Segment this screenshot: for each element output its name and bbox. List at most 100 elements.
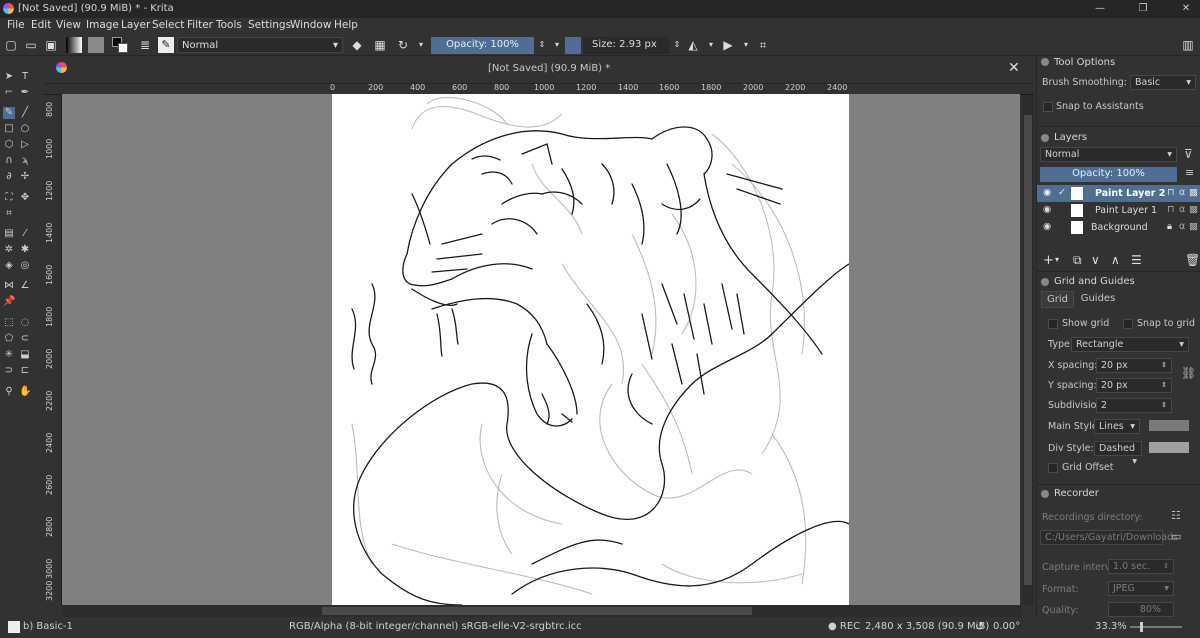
color-picker-icon[interactable]: ⁄ <box>19 228 31 240</box>
size-stepper-icon[interactable]: ⇕ <box>670 38 684 52</box>
chevron-down-icon[interactable]: ▾ <box>550 38 564 52</box>
multibrush-icon[interactable]: ✢ <box>19 171 31 183</box>
stepper-icon[interactable]: ⇕ <box>1161 359 1167 372</box>
mirror-vertical-icon[interactable]: ▶ <box>721 38 735 52</box>
menu-tools[interactable]: Tools <box>216 19 242 31</box>
edit-shapes-icon[interactable]: ⌐ <box>3 87 15 99</box>
smart-patch-icon[interactable]: ✱ <box>19 244 31 256</box>
menu-settings[interactable]: Settings <box>248 19 291 31</box>
capture-interval-input[interactable]: 1.0 sec. ⇕ <box>1108 559 1174 574</box>
link-chain-icon[interactable]: ⛓ <box>1181 366 1196 380</box>
gradient-swatch[interactable] <box>66 37 82 53</box>
size-slider[interactable]: Size: 2.93 px <box>583 37 669 54</box>
inherit-alpha-icon[interactable]: ▩ <box>1189 221 1198 232</box>
lock-icon[interactable]: 🔒︎ <box>1167 221 1172 232</box>
rec-indicator[interactable]: ● REC <box>828 621 860 632</box>
vertical-scrollbar[interactable] <box>1022 95 1034 605</box>
move-layer-down-icon[interactable]: ∨ <box>1091 253 1100 267</box>
text-tool-icon[interactable]: T <box>19 71 31 83</box>
dynamic-brush-icon[interactable]: ∂ <box>3 171 15 183</box>
chevron-down-icon[interactable]: ▾ <box>739 38 753 52</box>
brush-settings-icon[interactable]: ≣ <box>138 38 152 52</box>
zoom-value[interactable]: 33.3% <box>1095 621 1127 632</box>
inherit-alpha-icon[interactable]: ▩ <box>1189 187 1198 198</box>
alpha-icon[interactable]: α <box>1179 221 1185 232</box>
polygon-select-icon[interactable]: ⬠ <box>3 333 15 345</box>
opacity-stepper-icon[interactable]: ⇕ <box>535 38 549 52</box>
alpha-icon[interactable]: α <box>1179 204 1185 215</box>
gradient-tool-icon[interactable]: ▤ <box>3 228 15 240</box>
measure-tool-icon[interactable]: ∠ <box>19 280 31 292</box>
menu-image[interactable]: Image <box>86 19 119 31</box>
subdivision-input[interactable]: 2 ⇕ <box>1096 398 1172 413</box>
new-document-icon[interactable]: ▢ <box>4 38 18 52</box>
crop-tool-icon[interactable]: ⌗ <box>3 208 15 220</box>
close-window-button[interactable]: ✕ <box>1176 2 1196 16</box>
rect-select-icon[interactable]: ⬚ <box>3 317 15 329</box>
y-spacing-input[interactable]: 20 px ⇕ <box>1096 378 1172 393</box>
alpha-icon[interactable]: α <box>1179 187 1185 198</box>
layer-lock-icon[interactable]: ⊓ <box>1167 187 1174 198</box>
enclose-fill-icon[interactable]: ◎ <box>19 260 31 272</box>
filter-icon[interactable]: ⊽ <box>1184 147 1193 161</box>
transform-tool-icon[interactable]: ⛶ <box>3 192 15 204</box>
format-select[interactable]: JPEG ▾ <box>1108 581 1174 596</box>
tab-guides[interactable]: Guides <box>1077 291 1119 308</box>
rotation-value[interactable]: 0.00° <box>993 621 1020 632</box>
rectangle-tool-icon[interactable]: □ <box>3 123 15 135</box>
horizontal-scroll-thumb[interactable] <box>322 607 752 615</box>
layer-blend-mode-select[interactable]: Normal ▾ <box>1040 147 1177 162</box>
polygon-tool-icon[interactable]: ⬡ <box>3 139 15 151</box>
eye-icon[interactable]: ◉ <box>1043 204 1051 215</box>
wrap-around-icon[interactable]: ⌗ <box>756 38 770 52</box>
contiguous-select-icon[interactable]: ✳ <box>3 349 15 361</box>
main-style-select[interactable]: Lines ▾ <box>1094 419 1140 434</box>
pan-tool-icon[interactable]: ✋ <box>19 386 31 398</box>
flow-swatch[interactable] <box>565 37 581 54</box>
bezier-tool-icon[interactable]: ∩ <box>3 155 15 167</box>
canvas-area[interactable] <box>62 94 1020 605</box>
snap-to-grid-checkbox[interactable] <box>1123 319 1133 329</box>
bezier-select-icon[interactable]: ⊃ <box>3 365 15 377</box>
add-layer-icon[interactable]: + <box>1043 253 1054 268</box>
alpha-lock-icon[interactable]: ▦ <box>373 38 387 52</box>
delete-layer-icon[interactable]: 🗑︎ <box>1185 253 1200 267</box>
polyline-tool-icon[interactable]: ▷ <box>19 139 31 151</box>
grid-offset-checkbox[interactable] <box>1048 463 1058 473</box>
fill-tool-icon[interactable]: ◈ <box>3 260 15 272</box>
calligraphy-icon[interactable]: ✒ <box>19 87 31 99</box>
menu-view[interactable]: View <box>56 19 81 31</box>
x-spacing-input[interactable]: 20 px ⇕ <box>1096 358 1172 373</box>
pattern-swatch[interactable] <box>88 37 104 53</box>
workspace-icon[interactable]: ▥ <box>1181 38 1195 52</box>
open-document-icon[interactable]: ▭ <box>24 38 38 52</box>
tab-grid[interactable]: Grid <box>1041 291 1074 308</box>
layer-row-paint-layer-1[interactable]: ◉ Paint Layer 1 ⊓ α ▩ <box>1037 202 1200 219</box>
snap-to-assistants-checkbox[interactable] <box>1043 102 1053 112</box>
stepper-icon[interactable]: ⇕ <box>1161 399 1167 412</box>
layer-properties-icon[interactable]: ☰ <box>1131 253 1142 267</box>
menu-help[interactable]: Help <box>334 19 358 31</box>
background-color[interactable] <box>118 43 128 53</box>
stepper-icon[interactable]: ⇕ <box>1161 379 1167 392</box>
manage-recordings-icon[interactable]: ☷ <box>1171 509 1181 522</box>
magnetic-select-icon[interactable]: ⊏ <box>19 365 31 377</box>
eye-icon[interactable]: ◉ <box>1043 221 1051 232</box>
zoom-slider-handle[interactable] <box>1140 622 1143 632</box>
chevron-down-icon[interactable]: ▾ <box>1055 255 1059 264</box>
brush-smoothing-select[interactable]: Basic ▾ <box>1130 75 1196 90</box>
layer-name[interactable]: Paint Layer 1 <box>1095 205 1157 216</box>
freehand-select-icon[interactable]: ⊂ <box>19 333 31 345</box>
reload-preset-icon[interactable]: ↻ <box>396 38 410 52</box>
eye-icon[interactable]: ◉ <box>1043 187 1051 198</box>
menu-filter[interactable]: Filter <box>187 19 213 31</box>
stepper-icon[interactable]: ⇕ <box>1163 560 1169 573</box>
select-shapes-icon[interactable]: ➤ <box>3 71 15 83</box>
colorize-mask-icon[interactable]: ✲ <box>3 244 15 256</box>
restore-button[interactable]: ❐ <box>1133 2 1153 16</box>
line-tool-icon[interactable]: ╱ <box>19 107 31 119</box>
folder-icon[interactable]: ▭ <box>1171 530 1181 543</box>
recordings-dir-input[interactable]: C:/Users/Gayatri/Downloads <box>1040 530 1178 545</box>
vertical-scroll-thumb[interactable] <box>1024 115 1032 585</box>
freehand-brush-icon[interactable]: ✎ <box>3 107 15 119</box>
